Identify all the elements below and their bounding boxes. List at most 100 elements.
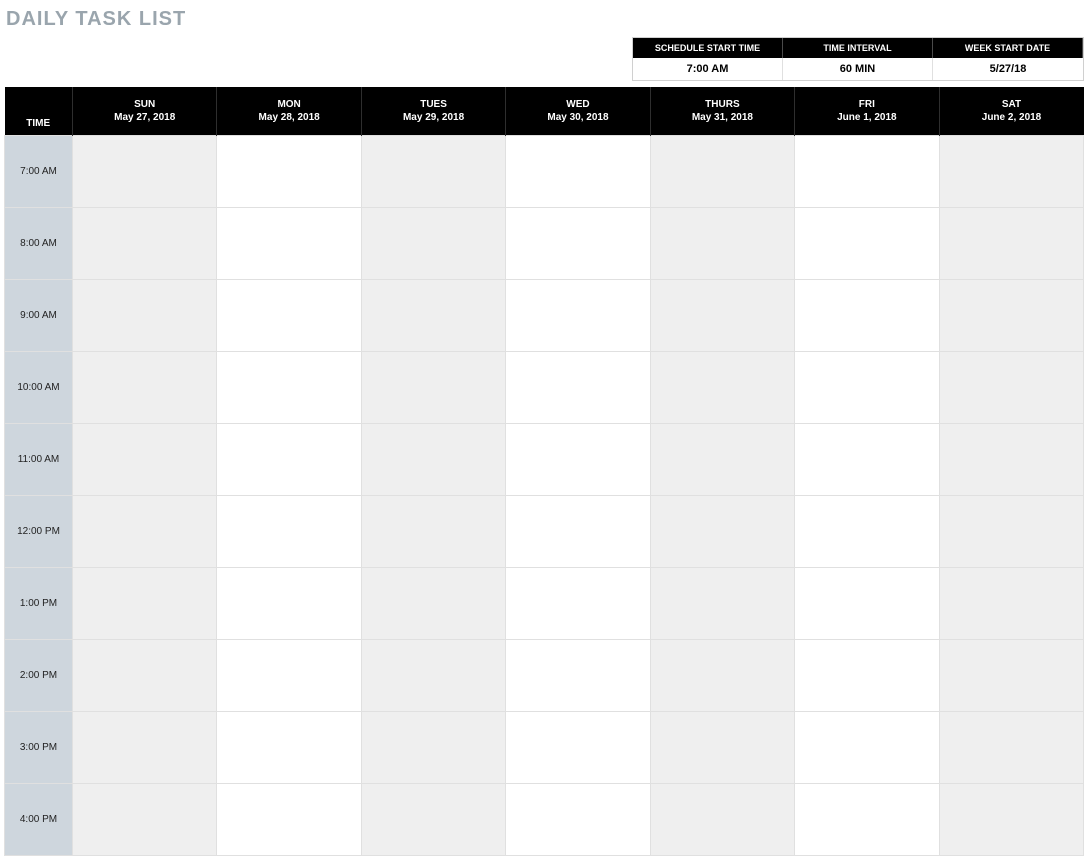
schedule-cell[interactable]: [217, 495, 361, 567]
schedule-cell[interactable]: [650, 711, 794, 783]
schedule-cell[interactable]: [650, 279, 794, 351]
schedule-cell[interactable]: [361, 351, 505, 423]
schedule-cell[interactable]: [217, 783, 361, 855]
schedule-cell[interactable]: [73, 711, 217, 783]
schedule-cell[interactable]: [506, 423, 650, 495]
schedule-cell[interactable]: [217, 423, 361, 495]
schedule-cell[interactable]: [939, 495, 1083, 567]
schedule-cell[interactable]: [939, 351, 1083, 423]
schedule-cell[interactable]: [795, 135, 939, 207]
settings-panel: SCHEDULE START TIME TIME INTERVAL WEEK S…: [4, 37, 1084, 81]
schedule-cell[interactable]: [650, 207, 794, 279]
settings-value-start-time[interactable]: 7:00 AM: [633, 58, 783, 80]
schedule-cell[interactable]: [939, 711, 1083, 783]
time-cell: 12:00 PM: [5, 495, 73, 567]
schedule-cell[interactable]: [361, 783, 505, 855]
schedule-cell[interactable]: [939, 783, 1083, 855]
schedule-cell[interactable]: [650, 783, 794, 855]
schedule-cell[interactable]: [795, 207, 939, 279]
schedule-cell[interactable]: [795, 567, 939, 639]
day-header-date: June 1, 2018: [795, 112, 938, 123]
settings-value-week-start[interactable]: 5/27/18: [933, 58, 1083, 80]
schedule-cell[interactable]: [939, 423, 1083, 495]
time-cell: 7:00 AM: [5, 135, 73, 207]
schedule-cell[interactable]: [73, 279, 217, 351]
schedule-cell[interactable]: [506, 207, 650, 279]
schedule-cell[interactable]: [73, 783, 217, 855]
schedule-cell[interactable]: [73, 135, 217, 207]
schedule-cell[interactable]: [939, 567, 1083, 639]
schedule-cell[interactable]: [361, 423, 505, 495]
schedule-cell[interactable]: [506, 495, 650, 567]
schedule-cell[interactable]: [795, 639, 939, 711]
schedule-cell[interactable]: [506, 711, 650, 783]
day-header-date: May 28, 2018: [217, 112, 360, 123]
schedule-cell[interactable]: [506, 351, 650, 423]
schedule-cell[interactable]: [650, 567, 794, 639]
schedule-cell[interactable]: [361, 639, 505, 711]
schedule-cell[interactable]: [217, 639, 361, 711]
table-row: 11:00 AM: [5, 423, 1084, 495]
schedule-cell[interactable]: [73, 639, 217, 711]
day-header-dow: FRI: [795, 99, 938, 110]
schedule-cell[interactable]: [73, 351, 217, 423]
schedule-cell[interactable]: [73, 495, 217, 567]
schedule-cell[interactable]: [361, 711, 505, 783]
schedule-cell[interactable]: [939, 207, 1083, 279]
table-row: 7:00 AM: [5, 135, 1084, 207]
settings-header-interval: TIME INTERVAL: [783, 38, 933, 58]
schedule-cell[interactable]: [217, 567, 361, 639]
time-cell: 8:00 AM: [5, 207, 73, 279]
schedule-cell[interactable]: [939, 279, 1083, 351]
schedule-cell[interactable]: [506, 567, 650, 639]
settings-value-interval[interactable]: 60 MIN: [783, 58, 933, 80]
schedule-cell[interactable]: [939, 135, 1083, 207]
schedule-cell[interactable]: [506, 783, 650, 855]
day-header-sun: SUNMay 27, 2018: [73, 87, 217, 135]
time-cell: 2:00 PM: [5, 639, 73, 711]
schedule-cell[interactable]: [795, 423, 939, 495]
schedule-cell[interactable]: [217, 351, 361, 423]
schedule-cell[interactable]: [73, 423, 217, 495]
schedule-cell[interactable]: [795, 351, 939, 423]
table-row: 10:00 AM: [5, 351, 1084, 423]
day-header-dow: SAT: [940, 99, 1084, 110]
schedule-cell[interactable]: [73, 567, 217, 639]
schedule-cell[interactable]: [795, 495, 939, 567]
table-row: 4:00 PM: [5, 783, 1084, 855]
table-row: 12:00 PM: [5, 495, 1084, 567]
day-header-date: May 31, 2018: [651, 112, 794, 123]
schedule-cell[interactable]: [361, 207, 505, 279]
day-header-dow: TUES: [362, 99, 505, 110]
schedule-cell[interactable]: [506, 279, 650, 351]
schedule-cell[interactable]: [217, 279, 361, 351]
schedule-cell[interactable]: [506, 639, 650, 711]
schedule-cell[interactable]: [795, 783, 939, 855]
time-cell: 3:00 PM: [5, 711, 73, 783]
day-header-dow: THURS: [651, 99, 794, 110]
schedule-cell[interactable]: [361, 279, 505, 351]
schedule-cell[interactable]: [217, 135, 361, 207]
day-header-date: May 29, 2018: [362, 112, 505, 123]
schedule-cell[interactable]: [650, 495, 794, 567]
schedule-cell[interactable]: [73, 207, 217, 279]
day-header-date: June 2, 2018: [940, 112, 1084, 123]
schedule-cell[interactable]: [361, 135, 505, 207]
schedule-cell[interactable]: [795, 711, 939, 783]
schedule-cell[interactable]: [795, 279, 939, 351]
schedule-cell[interactable]: [650, 423, 794, 495]
schedule-cell[interactable]: [217, 711, 361, 783]
schedule-table: TIME SUNMay 27, 2018 MONMay 28, 2018 TUE…: [4, 87, 1084, 856]
table-row: 9:00 AM: [5, 279, 1084, 351]
schedule-cell[interactable]: [361, 495, 505, 567]
schedule-cell[interactable]: [506, 135, 650, 207]
schedule-cell[interactable]: [939, 639, 1083, 711]
day-header-tues: TUES May 29, 2018: [361, 87, 505, 135]
schedule-cell[interactable]: [650, 639, 794, 711]
schedule-cell[interactable]: [650, 351, 794, 423]
schedule-cell[interactable]: [361, 567, 505, 639]
schedule-cell[interactable]: [217, 207, 361, 279]
schedule-cell[interactable]: [650, 135, 794, 207]
time-cell: 1:00 PM: [5, 567, 73, 639]
day-header-sat: SAT June 2, 2018: [939, 87, 1083, 135]
